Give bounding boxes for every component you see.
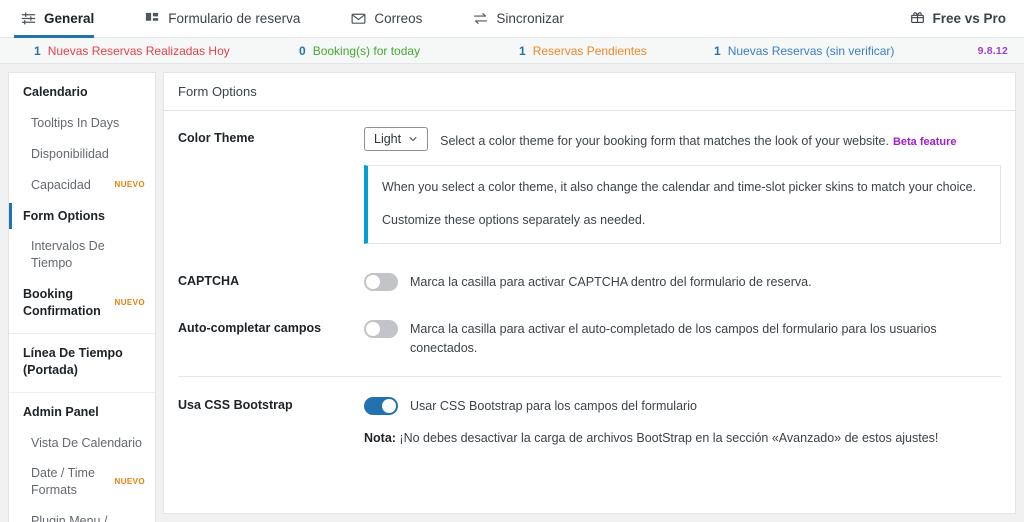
setting-row-bootstrap: Usa CSS Bootstrap Usar CSS Bootstrap par…: [178, 377, 1001, 448]
bootstrap-description: Usar CSS Bootstrap para los campos del f…: [410, 394, 697, 416]
sidebar-group-admin-panel: Admin Panel Vista De Calendario Date / T…: [9, 393, 155, 522]
status-item-pending-bookings: 1 Reservas Pendientes: [519, 44, 714, 58]
new-badge: NUEVO: [115, 180, 147, 191]
autocomplete-label: Auto-completar campos: [178, 317, 364, 335]
tab-correos[interactable]: Correos: [344, 0, 440, 37]
sidebar-item-disponibilidad[interactable]: Disponibilidad: [9, 139, 155, 170]
sidebar-item-label: Capacidad: [31, 177, 91, 194]
sidebar-item-admin-panel[interactable]: Admin Panel: [9, 397, 155, 428]
color-theme-description-wrap: Select a color theme for your booking fo…: [440, 127, 956, 151]
color-theme-description: Select a color theme for your booking fo…: [440, 134, 889, 148]
sidebar-group-linea-de-tiempo: Línea De Tiempo (Portada): [9, 334, 155, 393]
new-badge: NUEVO: [115, 477, 147, 488]
tab-general-label: General: [44, 11, 94, 26]
chevron-down-icon: [408, 134, 418, 144]
status-label[interactable]: Reservas Pendientes: [533, 44, 647, 58]
sidebar-item-label: Form Options: [23, 208, 105, 225]
sidebar-item-label: Línea De Tiempo (Portada): [23, 345, 133, 379]
sidebar-group-calendario: Calendario Tooltips In Days Disponibilid…: [9, 73, 155, 334]
settings-page: General Formulario de reserva Correos: [0, 0, 1024, 522]
form-options-panel: Form Options Color Theme Light: [163, 72, 1016, 514]
status-item-new-bookings-today: 1 Nuevas Reservas Realizadas Hoy: [34, 44, 299, 58]
bootstrap-toggle-row: Usar CSS Bootstrap para los campos del f…: [364, 394, 697, 416]
sidebar-item-label: Tooltips In Days: [31, 115, 119, 132]
gift-icon: [910, 10, 925, 28]
color-theme-infobox: When you select a color theme, it also c…: [364, 165, 1001, 244]
color-theme-select[interactable]: Light: [364, 127, 428, 151]
sidebar-item-capacidad[interactable]: Capacidad NUEVO: [9, 170, 155, 201]
status-label[interactable]: Nuevas Reservas (sin verificar): [728, 44, 895, 58]
tab-sincronizar[interactable]: Sincronizar: [466, 0, 582, 37]
panel-body: Color Theme Light Select a color theme f…: [164, 111, 1015, 447]
status-count: 1: [34, 44, 41, 58]
status-item-unverified-bookings: 1 Nuevas Reservas (sin verificar): [714, 44, 978, 58]
sidebar-item-intervalos-de-tiempo[interactable]: Intervalos De Tiempo: [9, 231, 155, 279]
sidebar-item-booking-confirmation[interactable]: Booking Confirmation NUEVO: [9, 279, 155, 327]
tab-general[interactable]: General: [14, 0, 112, 37]
beta-feature-badge: Beta feature: [893, 136, 957, 148]
sidebar-item-linea-de-tiempo[interactable]: Línea De Tiempo (Portada): [9, 338, 155, 386]
status-count: 0: [299, 44, 306, 58]
sidebar-item-plugin-menu-permissions[interactable]: Plugin Menu / Permissions: [9, 506, 155, 522]
tab-formulario-label: Formulario de reserva: [168, 11, 300, 26]
autocomplete-description: Marca la casilla para activar el auto-co…: [410, 317, 1001, 358]
envelope-icon: [350, 11, 366, 27]
free-vs-pro-label: Free vs Pro: [932, 11, 1006, 26]
setting-row-color-theme: Color Theme Light Select a color theme f…: [178, 113, 1001, 151]
bootstrap-label: Usa CSS Bootstrap: [178, 394, 364, 412]
setting-row-autocomplete: Auto-completar campos Marca la casilla p…: [178, 291, 1001, 358]
panel-title: Form Options: [164, 73, 1015, 111]
captcha-description: Marca la casilla para activar CAPTCHA de…: [410, 270, 812, 292]
sidebar-item-tooltips-in-days[interactable]: Tooltips In Days: [9, 108, 155, 139]
status-count: 1: [714, 44, 721, 58]
sync-arrows-icon: [472, 11, 488, 27]
sidebar-item-label: Calendario: [23, 84, 88, 101]
bootstrap-note-prefix: Nota:: [364, 431, 396, 445]
settings-sidebar: Calendario Tooltips In Days Disponibilid…: [8, 72, 156, 522]
sliders-icon: [20, 11, 36, 27]
sidebar-item-label: Vista De Calendario: [31, 435, 142, 452]
sidebar-item-label: Disponibilidad: [31, 146, 109, 163]
status-label[interactable]: Nuevas Reservas Realizadas Hoy: [48, 44, 230, 58]
color-theme-selected-value: Light: [374, 132, 401, 146]
bootstrap-note-text: ¡No debes desactivar la carga de archivo…: [396, 431, 938, 445]
form-grid-icon: [144, 11, 160, 27]
main-column: Form Options Color Theme Light: [163, 72, 1016, 522]
sidebar-item-label: Date / Time Formats: [31, 465, 95, 499]
free-vs-pro-link[interactable]: Free vs Pro: [910, 0, 1024, 37]
setting-row-captcha: CAPTCHA Marca la casilla para activar CA…: [178, 244, 1001, 292]
bootstrap-note: Nota: ¡No debes desactivar la carga de a…: [364, 429, 938, 448]
color-theme-label: Color Theme: [178, 127, 364, 145]
form-actions-footer: Guardar cambios Actualizar las traduccio…: [163, 514, 1016, 522]
sidebar-item-label: Intervalos De Tiempo: [31, 238, 147, 272]
tab-formulario-de-reserva[interactable]: Formulario de reserva: [138, 0, 318, 37]
bootstrap-toggle[interactable]: [364, 397, 398, 415]
infobox-line-2: Customize these options separately as ne…: [382, 211, 984, 230]
sidebar-item-label: Booking Confirmation: [23, 286, 109, 320]
status-summary-bar: 1 Nuevas Reservas Realizadas Hoy 0 Booki…: [0, 38, 1024, 64]
new-badge: NUEVO: [115, 298, 147, 309]
autocomplete-toggle[interactable]: [364, 320, 398, 338]
plugin-version: 9.8.12: [978, 45, 1014, 57]
status-label[interactable]: Booking(s) for today: [313, 44, 420, 58]
status-item-bookings-for-today: 0 Booking(s) for today: [299, 44, 519, 58]
sidebar-item-label: Plugin Menu / Permissions: [31, 513, 123, 522]
infobox-line-1: When you select a color theme, it also c…: [382, 178, 984, 197]
captcha-toggle[interactable]: [364, 273, 398, 291]
sidebar-item-date-time-formats[interactable]: Date / Time Formats NUEVO: [9, 458, 155, 506]
sidebar-item-form-options[interactable]: Form Options: [9, 201, 155, 232]
sidebar-item-label: Admin Panel: [23, 404, 99, 421]
main-tab-bar: General Formulario de reserva Correos: [0, 0, 1024, 38]
sidebar-item-calendario[interactable]: Calendario: [9, 77, 155, 108]
captcha-label: CAPTCHA: [178, 270, 364, 288]
sidebar-item-vista-de-calendario[interactable]: Vista De Calendario: [9, 428, 155, 459]
page-body: Calendario Tooltips In Days Disponibilid…: [0, 64, 1024, 522]
toggle-knob: [382, 399, 396, 413]
toggle-knob: [366, 322, 380, 336]
tab-sincronizar-label: Sincronizar: [496, 11, 564, 26]
status-count: 1: [519, 44, 526, 58]
tab-correos-label: Correos: [374, 11, 422, 26]
toggle-knob: [366, 275, 380, 289]
